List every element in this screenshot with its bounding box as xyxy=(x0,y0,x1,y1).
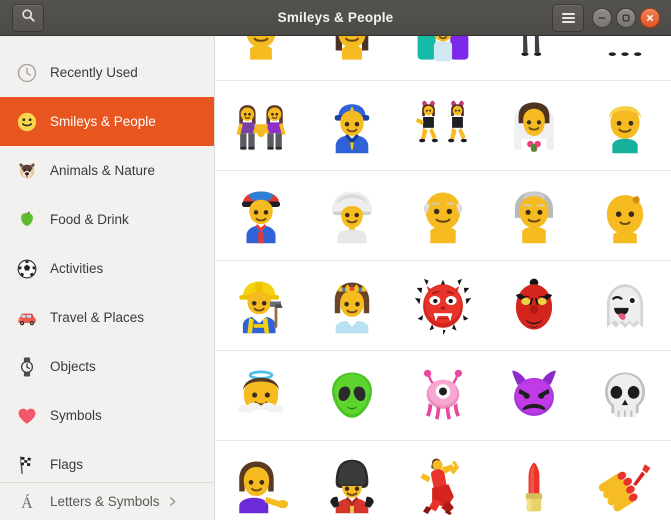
sidebar-item-objects[interactable]: Objects xyxy=(0,342,214,391)
emoji-cell-goblin[interactable] xyxy=(488,261,580,351)
emoji-cell-older-woman[interactable] xyxy=(488,171,580,261)
hamburger-menu-icon xyxy=(561,11,575,25)
sidebar-item-flags[interactable]: Flags xyxy=(0,440,214,482)
emoji-cell-ghost[interactable] xyxy=(579,261,671,351)
emoji-cell-nail-polish[interactable] xyxy=(580,441,671,520)
emoji-cell-two-women-holding-hands[interactable] xyxy=(215,81,307,171)
category-sidebar: Recently Used Smileys & People Animals &… xyxy=(0,36,215,520)
emoji-cell-man[interactable] xyxy=(215,36,307,81)
chevron-right-icon xyxy=(167,496,178,507)
minimize-button[interactable] xyxy=(592,7,612,28)
sidebar-item-label: Food & Drink xyxy=(50,212,129,227)
chequered-flag-icon xyxy=(14,453,40,477)
sidebar-item-recently-used[interactable]: Recently Used xyxy=(0,48,214,97)
emoji-cell-blond-haired-person[interactable] xyxy=(579,81,671,171)
smiley-face-icon xyxy=(14,110,40,134)
emoji-picker-window: Smileys & People Recently Used Smileys &… xyxy=(0,0,671,520)
menu-button[interactable] xyxy=(552,3,584,32)
emoji-cell-skull[interactable] xyxy=(579,351,671,441)
emoji-cell-bride-with-veil[interactable] xyxy=(488,81,580,171)
sidebar-item-label: Objects xyxy=(50,359,96,374)
sidebar-item-food-drink[interactable]: Food & Drink xyxy=(0,195,214,244)
emoji-cell-police-officer[interactable] xyxy=(306,81,398,171)
sidebar-item-activities[interactable]: Activities xyxy=(0,244,214,293)
emoji-cell-family[interactable] xyxy=(397,36,489,81)
sidebar-item-label: Recently Used xyxy=(50,65,138,80)
emoji-cell-guardsman[interactable] xyxy=(306,441,397,520)
emoji-cell-angry-face-with-horns[interactable] xyxy=(488,351,580,441)
close-icon xyxy=(645,13,655,23)
emoji-cell-construction-worker[interactable] xyxy=(215,261,307,351)
sidebar-footer-label: Letters & Symbols xyxy=(50,494,160,509)
svg-text:Á: Á xyxy=(21,492,33,511)
sidebar-item-label: Travel & Places xyxy=(50,310,145,325)
maximize-button[interactable] xyxy=(616,7,636,28)
emoji-cell-ogre[interactable] xyxy=(397,261,489,351)
soccer-ball-icon xyxy=(14,257,40,281)
sidebar-item-animals-nature[interactable]: Animals & Nature xyxy=(0,146,214,195)
emoji-cell-information-desk-person[interactable] xyxy=(215,441,306,520)
search-button[interactable] xyxy=(12,3,44,32)
titlebar: Smileys & People xyxy=(0,0,671,36)
sidebar-item-letters-symbols[interactable]: Á Letters & Symbols xyxy=(0,482,214,520)
emoji-cell-baby[interactable] xyxy=(579,171,671,261)
clock-icon xyxy=(14,61,40,85)
sidebar-item-label: Flags xyxy=(50,457,84,472)
emoji-grid-area[interactable] xyxy=(215,36,671,520)
sidebar-item-symbols[interactable]: Symbols xyxy=(0,391,214,440)
emoji-cell-men-with-bunny-ears-2[interactable] xyxy=(579,36,671,81)
dog-face-icon xyxy=(14,159,40,183)
emoji-cell-dancer[interactable] xyxy=(397,441,488,520)
sidebar-item-label: Animals & Nature xyxy=(50,163,156,178)
close-button[interactable] xyxy=(640,7,660,28)
emoji-cell-alien-monster[interactable] xyxy=(397,351,489,441)
window-body: Recently Used Smileys & People Animals &… xyxy=(0,36,671,520)
emoji-cell-man-with-chinese-cap[interactable] xyxy=(215,171,307,261)
emoji-cell-men-with-bunny-ears[interactable] xyxy=(488,36,580,81)
sidebar-item-label: Activities xyxy=(50,261,104,276)
emoji-grid xyxy=(215,36,671,520)
minimize-icon xyxy=(597,13,607,23)
window-controls xyxy=(592,7,660,28)
emoji-cell-princess[interactable] xyxy=(306,261,398,351)
emoji-cell-older-man[interactable] xyxy=(397,171,489,261)
emoji-cell-alien[interactable] xyxy=(306,351,398,441)
red-car-icon xyxy=(14,306,40,330)
emoji-cell-woman[interactable] xyxy=(306,36,398,81)
emoji-cell-lipstick[interactable] xyxy=(489,441,580,520)
red-heart-icon xyxy=(14,404,40,428)
emoji-cell-man-with-turban[interactable] xyxy=(306,171,398,261)
sidebar-item-label: Symbols xyxy=(50,408,102,423)
a-acute-letter-icon: Á xyxy=(14,490,40,514)
category-list: Recently Used Smileys & People Animals &… xyxy=(0,36,214,482)
emoji-cell-baby-angel[interactable] xyxy=(215,351,307,441)
watch-icon xyxy=(14,355,40,379)
sidebar-item-smileys-people[interactable]: Smileys & People xyxy=(0,97,214,146)
green-apple-icon xyxy=(14,208,40,232)
sidebar-item-label: Smileys & People xyxy=(50,114,156,129)
sidebar-item-travel-places[interactable]: Travel & Places xyxy=(0,293,214,342)
search-icon xyxy=(21,8,36,28)
maximize-icon xyxy=(621,13,631,23)
emoji-cell-women-with-bunny-ears[interactable] xyxy=(397,81,489,171)
